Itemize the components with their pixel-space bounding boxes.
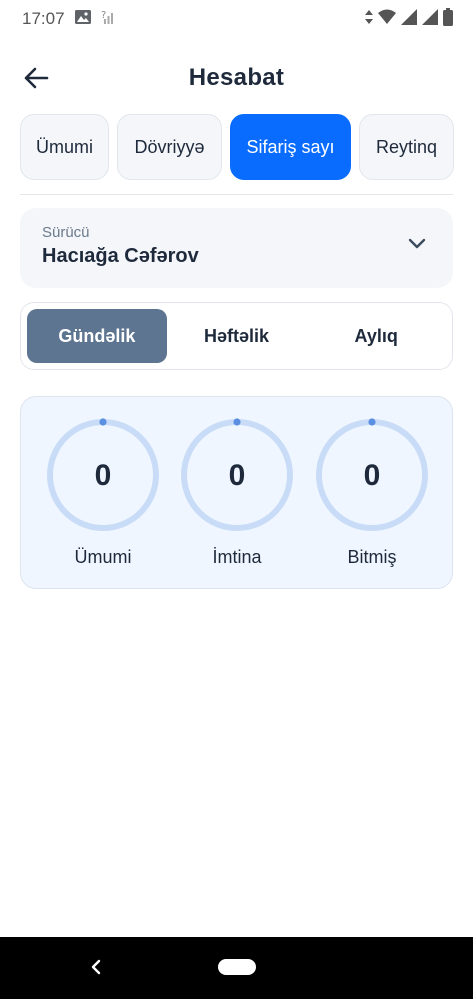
no-signal-icon: ?: [101, 9, 115, 30]
stat-total: 0 Ümumi: [45, 417, 161, 568]
app-header: Hesabat: [0, 50, 473, 106]
arrow-left-icon: [24, 67, 49, 89]
signal-icon-2: [422, 8, 438, 30]
stat-total-value: 0: [95, 459, 112, 492]
stat-total-label: Ümumi: [74, 547, 132, 567]
period-daily[interactable]: Gündəlik: [27, 309, 167, 363]
report-tabs: Ümumi Dövriyyə Sifariş sayı Reytinq: [20, 114, 460, 180]
progress-ring: 0: [181, 418, 293, 531]
progress-ring: 0: [316, 418, 428, 531]
system-nav-bar: [0, 937, 473, 999]
divider: [20, 194, 453, 195]
tab-umumi[interactable]: Ümumi: [20, 114, 109, 180]
stat-completed-value: 0: [364, 459, 381, 492]
stat-cancelled: 0 İmtina: [179, 417, 295, 568]
data-arrows-icon: [365, 9, 373, 29]
period-selector: Gündəlik Həftəlik Aylıq: [20, 302, 453, 370]
stat-cancelled-value: 0: [229, 459, 246, 492]
driver-dropdown[interactable]: Sürücü Hacıağa Cəfərov: [20, 208, 453, 288]
chevron-down-icon: [408, 238, 426, 249]
battery-icon: [443, 7, 453, 31]
image-icon: [74, 9, 91, 29]
progress-ring: 0: [47, 418, 159, 531]
driver-value: Hacıağa Cəfərov: [42, 245, 199, 267]
tab-sifaris-sayi[interactable]: Sifariş sayı: [230, 114, 351, 180]
status-time: 17:07: [22, 9, 65, 28]
stat-completed: 0 Bitmiş: [314, 417, 430, 568]
tab-dovriyye[interactable]: Dövriyyə: [117, 114, 222, 180]
period-weekly[interactable]: Həftəlik: [167, 309, 307, 363]
page-title: Hesabat: [188, 64, 285, 91]
stat-completed-label: Bitmiş: [347, 547, 397, 567]
wifi-icon: [378, 9, 396, 29]
signal-icon: [401, 8, 417, 30]
nav-home-button[interactable]: [218, 959, 256, 975]
stat-cancelled-label: İmtina: [212, 547, 262, 567]
nav-back-icon[interactable]: [88, 957, 104, 977]
back-button[interactable]: [20, 62, 52, 94]
period-monthly[interactable]: Aylıq: [306, 309, 446, 363]
tab-reytinq[interactable]: Reytinq: [359, 114, 454, 180]
status-bar: 17:07 ?: [0, 0, 473, 38]
driver-label: Sürücü: [42, 224, 90, 241]
stats-card: 0 Ümumi 0 İmtina 0 Bitmiş: [20, 396, 453, 589]
